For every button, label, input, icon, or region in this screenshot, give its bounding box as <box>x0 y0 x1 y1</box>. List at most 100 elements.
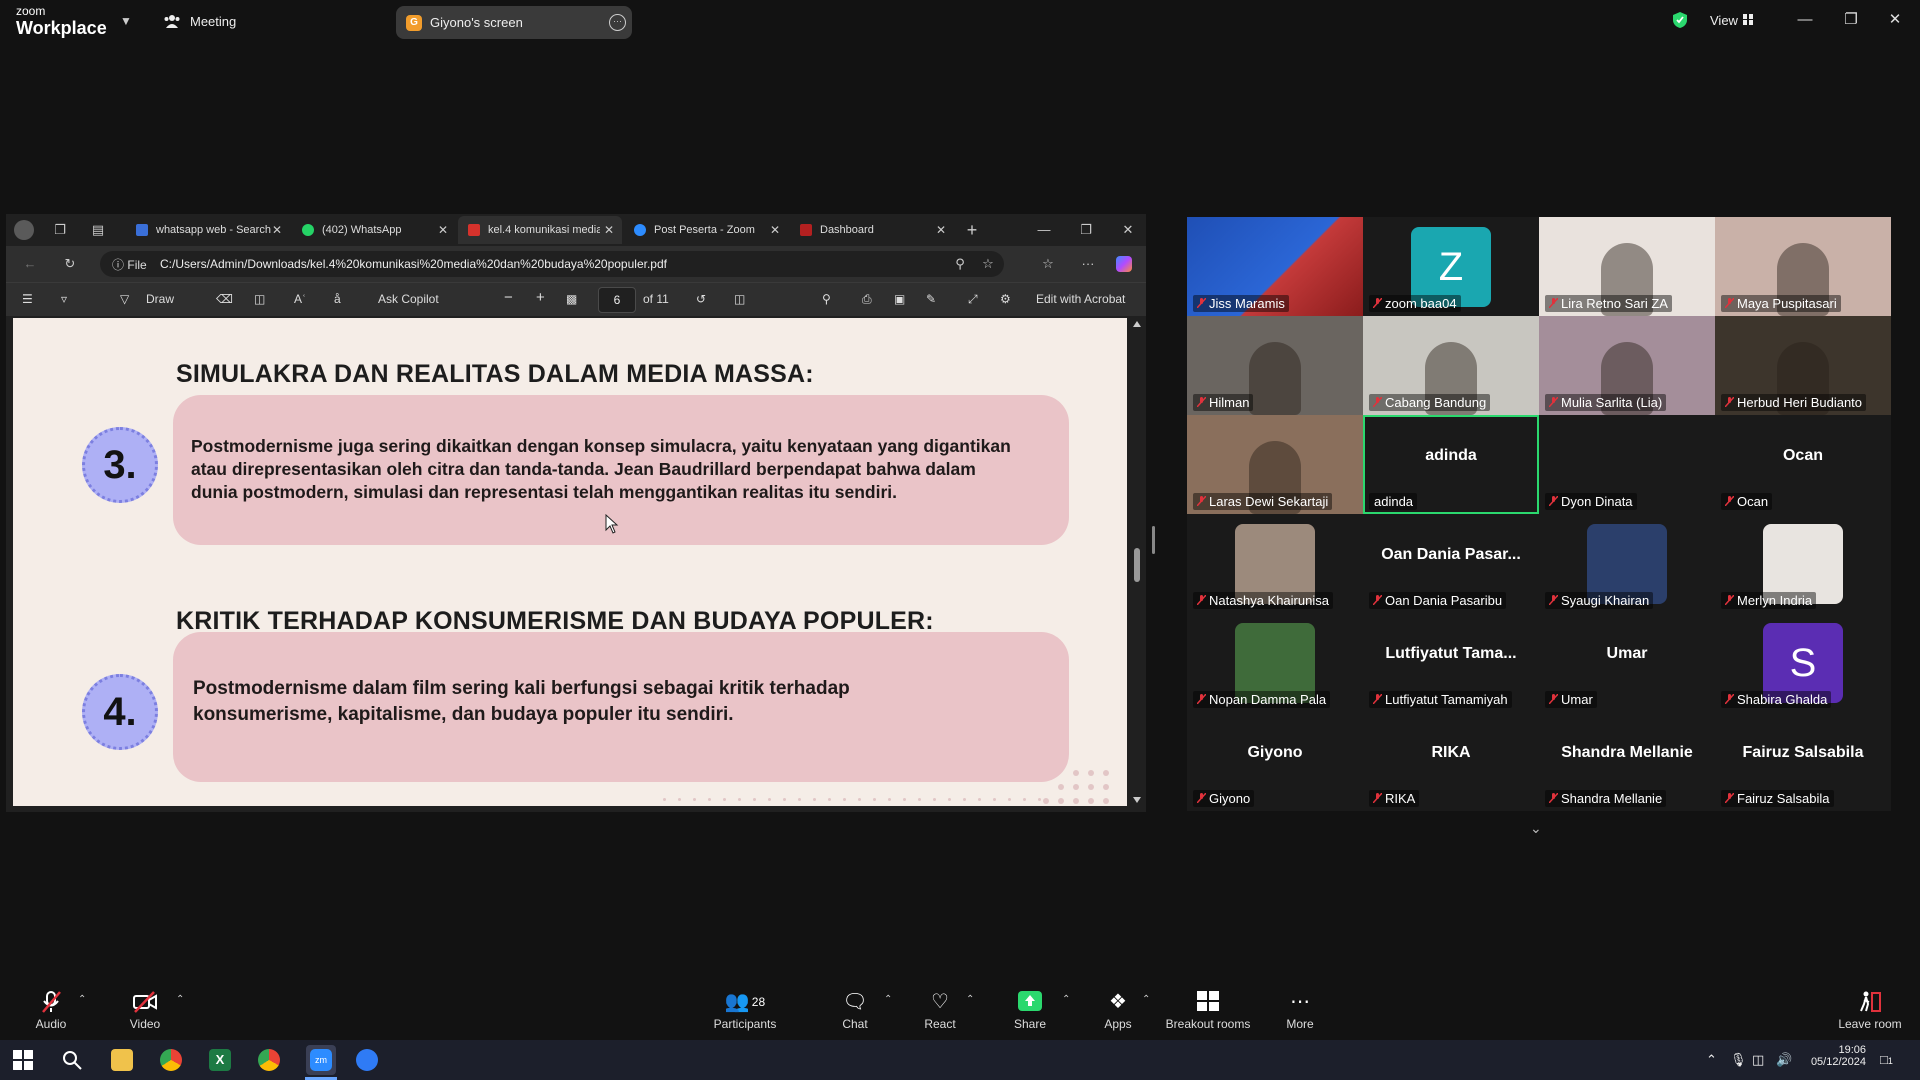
participant-tile[interactable]: Nopan Damma Pala <box>1187 613 1363 712</box>
favorite-star-icon[interactable]: ☆ <box>980 256 996 272</box>
search-icon[interactable]: ⚲ <box>822 292 831 306</box>
site-info[interactable]: ⓘ File <box>112 256 147 273</box>
eraser-icon[interactable]: ⌫ <box>216 292 233 306</box>
contents-icon[interactable]: ☰ <box>22 292 33 306</box>
participant-tile[interactable]: Jiss Maramis <box>1187 217 1363 316</box>
participant-tile[interactable]: S Shabira Ghalda <box>1715 613 1891 712</box>
back-icon[interactable]: ← <box>22 256 38 272</box>
clock[interactable]: 19:06 05/12/2024 <box>1800 1044 1866 1068</box>
ask-copilot-button[interactable]: Ask Copilot <box>378 292 439 306</box>
participant-tile[interactable]: Laras Dewi Sekartaji <box>1187 415 1363 514</box>
close-icon[interactable]: ✕ <box>599 216 614 244</box>
pdf-scrollbar[interactable] <box>1131 318 1143 806</box>
participants-button[interactable]: 👥 28 Participants <box>700 990 790 1031</box>
split-divider-handle[interactable] <box>1152 526 1155 554</box>
edit-with-acrobat-button[interactable]: Edit with Acrobat <box>1036 292 1125 306</box>
participant-tile[interactable]: Herbud Heri Budianto <box>1715 316 1891 415</box>
participant-tile[interactable]: Natashya Khairunisa <box>1187 514 1363 613</box>
zoom-out-button[interactable]: − <box>504 289 513 306</box>
tab-actions-icon[interactable]: ▤ <box>90 222 106 238</box>
participant-tile[interactable]: Zzoom baa04 <box>1363 217 1539 316</box>
chrome-icon[interactable] <box>160 1049 182 1071</box>
app-icon[interactable] <box>356 1049 378 1071</box>
participant-tile[interactable]: Umar Umar <box>1539 613 1715 712</box>
draw-button[interactable]: Draw <box>146 292 174 306</box>
caret-up-icon[interactable]: ⌃ <box>1142 994 1150 1005</box>
meeting-tab-label[interactable]: Meeting <box>190 14 236 29</box>
participant-tile[interactable]: Hilman <box>1187 316 1363 415</box>
participant-tile[interactable]: Fairuz Salsabila Fairuz Salsabila <box>1715 712 1891 811</box>
participant-tile[interactable]: Dyon Dinata <box>1539 415 1715 514</box>
caret-up-icon[interactable]: ⌃ <box>1062 994 1070 1005</box>
minimize-icon[interactable]: — <box>1790 8 1820 32</box>
zoom-out-icon[interactable]: ⚲ <box>952 256 968 272</box>
more-menu-icon[interactable]: ··· <box>1080 256 1096 272</box>
zoom-taskbar-icon[interactable]: zm <box>306 1045 336 1075</box>
participant-tile[interactable]: Shandra Mellanie Shandra Mellanie <box>1539 712 1715 811</box>
refresh-icon[interactable]: ↻ <box>62 256 78 272</box>
draw-icon[interactable]: ▽ <box>120 292 129 306</box>
browser-tab[interactable]: (402) WhatsApp ✕ <box>292 216 456 244</box>
page-view-icon[interactable]: ◫ <box>734 292 745 306</box>
caret-up-icon[interactable]: ⌃ <box>884 994 892 1005</box>
close-icon[interactable]: ✕ <box>770 216 780 244</box>
minimize-icon[interactable]: — <box>1036 222 1052 238</box>
rotate-icon[interactable]: ↺ <box>696 292 706 306</box>
participant-tile[interactable]: adinda adinda <box>1363 415 1539 514</box>
participant-tile[interactable]: Oan Dania Pasar... Oan Dania Pasaribu <box>1363 514 1539 613</box>
participant-tile[interactable]: Syaugi Khairan <box>1539 514 1715 613</box>
microphone-icon[interactable]: 🎙 <box>1730 1052 1747 1068</box>
view-menu-label[interactable]: View <box>1710 13 1738 28</box>
fit-page-icon[interactable]: ▩ <box>566 292 577 306</box>
shared-screen-pill[interactable]: G Giyono's screen ··· <box>396 6 632 39</box>
participant-tile[interactable]: Lutfiyatut Tama... Lutfiyatut Tamamiyah <box>1363 613 1539 712</box>
windows-start-icon[interactable] <box>12 1049 34 1071</box>
fullscreen-icon[interactable]: ⤢ <box>968 292 978 307</box>
gallery-chevron-down-icon[interactable]: ⌄ <box>1530 820 1542 837</box>
close-icon[interactable]: ✕ <box>438 216 448 244</box>
restore-icon[interactable]: ❐ <box>1836 8 1866 32</box>
address-url[interactable]: C:/Users/Admin/Downloads/kel.4%20komunik… <box>160 257 667 271</box>
highlight-icon[interactable]: ▿ <box>61 292 67 306</box>
chevron-down-icon[interactable]: ▼ <box>120 14 132 28</box>
meeting-icon[interactable] <box>163 13 181 29</box>
page-number-input[interactable]: 6 <box>598 287 636 313</box>
translate-icon[interactable]: å <box>334 292 341 306</box>
profile-icon[interactable] <box>14 220 34 240</box>
leave-room-button[interactable]: Leave room <box>1825 990 1915 1031</box>
caret-up-icon[interactable]: ⌃ <box>176 994 184 1005</box>
caret-up-icon[interactable]: ⌃ <box>966 994 974 1005</box>
grid-view-icon[interactable] <box>1743 14 1753 25</box>
caret-up-icon[interactable]: ⌃ <box>78 994 86 1005</box>
restore-icon[interactable]: ❐ <box>1078 222 1094 238</box>
participant-tile[interactable]: Cabang Bandung <box>1363 316 1539 415</box>
address-field[interactable]: ⓘ File C:/Users/Admin/Downloads/kel.4%20… <box>100 251 1004 277</box>
volume-icon[interactable]: 🔊 <box>1776 1052 1792 1068</box>
tray-chevron-icon[interactable]: ⌃ <box>1706 1052 1717 1068</box>
close-icon[interactable]: ✕ <box>936 216 946 244</box>
text-box-icon[interactable]: ◫ <box>254 292 265 306</box>
browser-tab[interactable]: whatsapp web - Search ✕ <box>126 216 290 244</box>
chrome-profile-icon[interactable] <box>258 1049 280 1071</box>
participant-tile[interactable]: Lira Retno Sari ZA <box>1539 217 1715 316</box>
participant-tile[interactable]: RIKA RIKA <box>1363 712 1539 811</box>
new-tab-icon[interactable]: + <box>964 221 980 239</box>
save-icon[interactable]: ▣ <box>894 292 905 306</box>
more-options-icon[interactable]: ··· <box>609 14 626 31</box>
settings-icon[interactable]: ⚙ <box>1000 292 1011 306</box>
search-icon[interactable] <box>61 1049 83 1071</box>
excel-icon[interactable]: X <box>209 1049 231 1071</box>
browser-tab[interactable]: Dashboard ✕ <box>790 216 954 244</box>
file-explorer-icon[interactable] <box>111 1049 133 1071</box>
browser-tab-active[interactable]: kel.4 komunikasi media ✕ <box>458 216 622 244</box>
print-icon[interactable]: ⎙ <box>862 292 872 307</box>
encryption-shield-icon[interactable] <box>1672 11 1688 29</box>
zoom-in-button[interactable]: + <box>536 289 545 306</box>
favorites-icon[interactable]: ☆ <box>1040 256 1056 272</box>
notifications-icon[interactable]: □1 <box>1880 1052 1893 1067</box>
participant-tile[interactable]: Giyono Giyono <box>1187 712 1363 811</box>
browser-tab[interactable]: Post Peserta - Zoom ✕ <box>624 216 788 244</box>
close-icon[interactable]: ✕ <box>1880 8 1910 32</box>
participant-tile[interactable]: Mulia Sarlita (Lia) <box>1539 316 1715 415</box>
close-icon[interactable]: ✕ <box>1120 222 1136 238</box>
